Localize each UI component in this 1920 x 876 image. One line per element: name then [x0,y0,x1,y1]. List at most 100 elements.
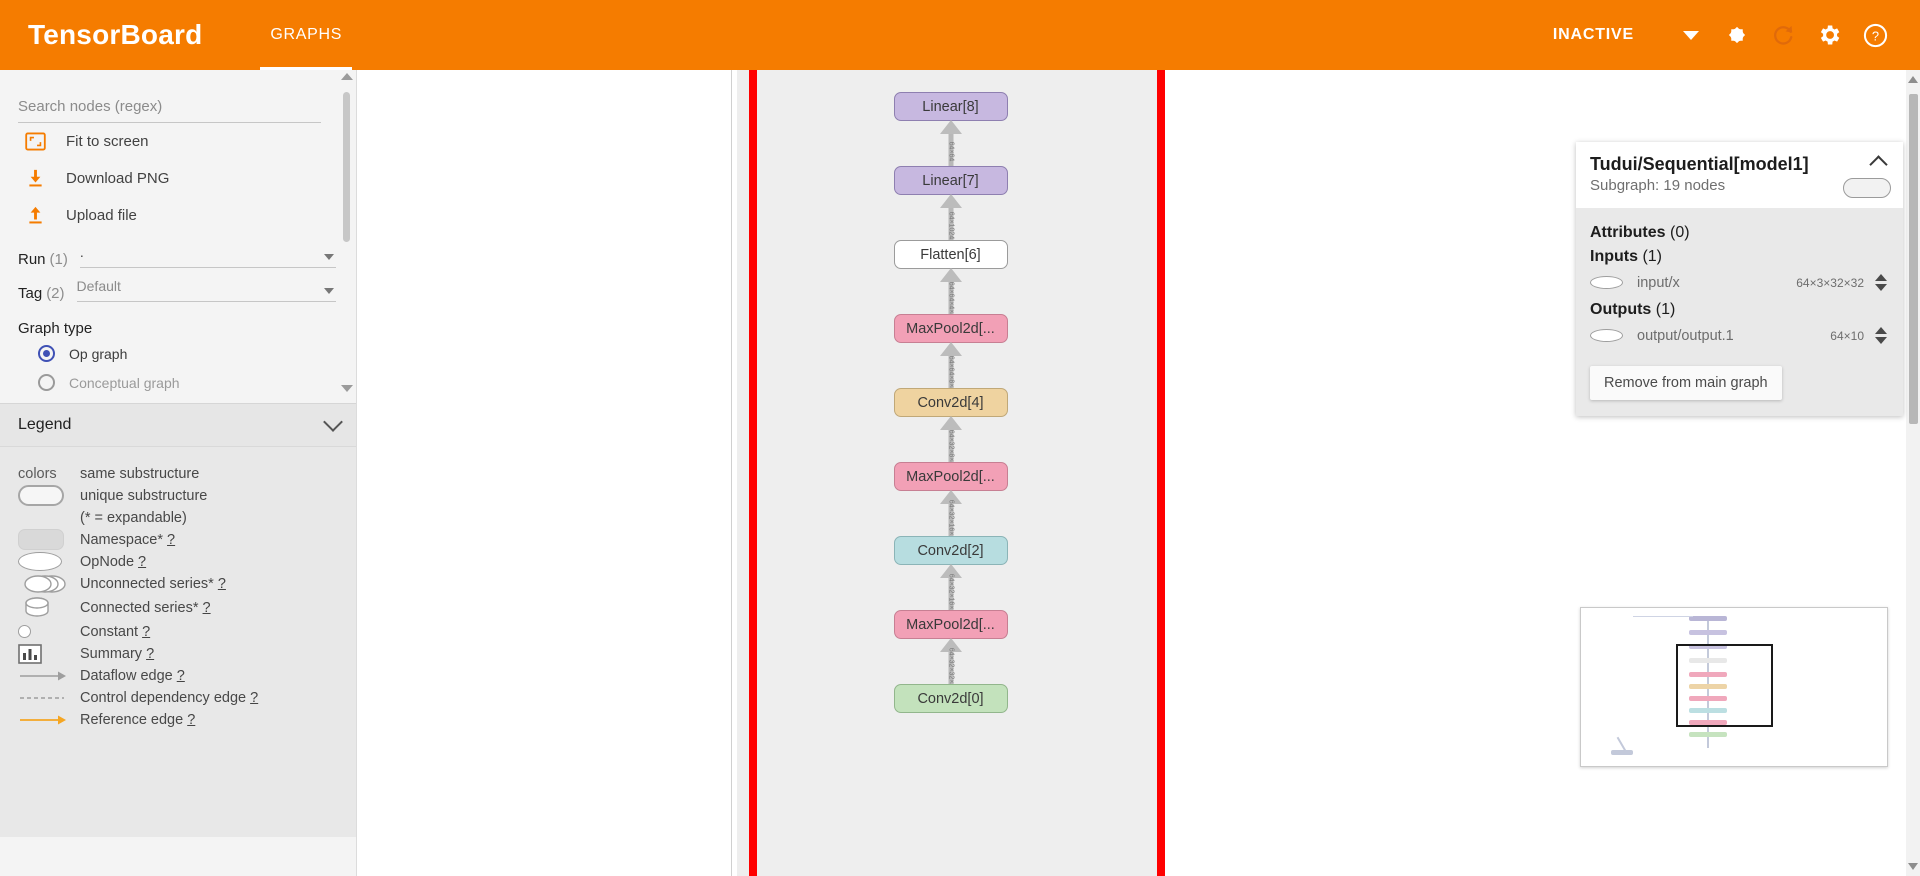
caret-down-icon[interactable] [1668,12,1714,58]
header-actions: INACTIVE ? [1553,12,1898,58]
graph-canvas[interactable]: Linear[8] 64×64 Linear[7] 64×1024 Flatten[6]… [357,70,1920,876]
graph-node[interactable]: Conv2d[2] [893,536,1008,565]
output-row[interactable]: output/output.1 64×10 [1590,323,1889,348]
radio-op-graph-label: Op graph [69,345,128,362]
scroll-down-icon[interactable] [1908,863,1918,870]
sidebar-scroll-down-icon[interactable] [341,385,353,392]
legend-label: Control dependency edge [80,689,247,706]
outputs-section-title: Outputs (1) [1590,301,1676,318]
graph-node[interactable]: MaxPool2d[... [893,610,1008,639]
graph-subgraph-panel[interactable]: Linear[8] 64×64 Linear[7] 64×1024 Flatten[6]… [737,70,1164,876]
graph-node[interactable]: Flatten[6] [893,240,1008,269]
fit-to-screen-icon [22,129,48,155]
legend-help-icon[interactable]: ? [218,576,226,592]
upload-file-button[interactable]: Upload file [0,197,356,234]
fit-to-screen-button[interactable]: Fit to screen [0,123,356,160]
help-icon[interactable]: ? [1852,12,1898,58]
attributes-section-title: Attributes (0) [1590,224,1690,241]
refresh-icon[interactable] [1760,12,1806,58]
colors-word-icon: colors [18,465,57,482]
tag-dropdown-arrow-icon[interactable] [324,288,334,294]
minimap-viewport[interactable] [1676,644,1773,727]
tag-value: Default [76,278,121,294]
graph-node[interactable]: MaxPool2d[... [893,314,1008,343]
status-badge[interactable]: INACTIVE [1553,26,1634,44]
radio-conceptual-graph[interactable]: Conceptual graph [0,368,356,397]
graph-node[interactable]: Linear[7] [893,166,1008,195]
run-selector[interactable]: Run (1) . [0,234,356,268]
run-dropdown-arrow-icon[interactable] [324,254,334,260]
legend-item-namespace: Namespace* ? [0,529,356,550]
legend-label: Dataflow edge [80,667,173,684]
input-stepper-icon[interactable] [1873,274,1889,291]
legend-help-icon[interactable]: ? [167,532,175,548]
summary-swatch-icon [18,643,80,664]
node-info-card: Tudui/Sequential[model1] Subgraph: 19 no… [1576,142,1903,416]
settings-gear-icon[interactable] [1806,12,1852,58]
upload-file-label: Upload file [66,207,137,224]
node-info-header: Tudui/Sequential[model1] Subgraph: 19 no… [1576,142,1903,208]
output-stepper-icon[interactable] [1873,327,1889,344]
unique-substructure-swatch-icon [18,485,80,506]
legend-label: same substructure [80,465,200,482]
sidebar-scroll-up-icon[interactable] [341,73,353,80]
radio-op-graph[interactable]: Op graph [0,339,356,368]
canvas-scrollbar-thumb[interactable] [1909,94,1918,424]
inputs-section-title: Inputs (1) [1590,248,1663,265]
input-row[interactable]: input/x 64×3×32×32 [1590,270,1889,295]
legend-help-icon[interactable]: ? [250,690,258,706]
radio-op-graph-indicator[interactable] [38,345,55,362]
graph-edge-arrow-icon [939,416,962,430]
chevron-down-icon[interactable] [323,412,343,432]
graph-edge-label: 64×64×8×8 [947,355,954,391]
reference-edge-swatch-icon [18,713,80,727]
run-label: Run [18,251,46,268]
graph-node[interactable]: Conv2d[0] [893,684,1008,713]
legend-label: Constant [80,623,139,640]
download-png-button[interactable]: Download PNG [0,160,356,197]
legend-body: colors same substructure unique substruc… [0,447,356,837]
search-input[interactable] [18,94,321,123]
graph-node[interactable]: MaxPool2d[... [893,462,1008,491]
legend-item-control-dependency-edge: Control dependency edge ? [0,687,356,708]
legend-help-icon[interactable]: ? [203,600,211,616]
legend-label: Connected series* [80,600,199,616]
node-info-body: Attributes (0) Inputs (1) input/x 64×3×3… [1576,208,1903,358]
radio-conceptual-graph-indicator[interactable] [38,374,55,391]
graph-node[interactable]: Linear[8] [893,92,1008,121]
opnode-pill-icon [1590,329,1623,342]
graph-edge-label: 64×32×8×8 [947,429,954,465]
legend-help-icon[interactable]: ? [146,646,154,662]
tag-selector[interactable]: Tag (2) Default [0,268,356,302]
canvas-vertical-scrollbar[interactable] [1906,70,1920,876]
scroll-up-icon[interactable] [1908,76,1918,83]
node-color-swatch [1843,178,1891,198]
dataflow-edge-swatch-icon [18,669,80,683]
graph-type-title: Graph type [18,320,93,337]
legend-help-icon[interactable]: ? [142,624,150,640]
sidebar-scrollbar[interactable] [343,92,350,380]
legend-item-summary: Summary ? [0,643,356,664]
app-header: TensorBoard GRAPHS INACTIVE ? [0,0,1920,70]
legend-label: Summary [80,645,143,662]
output-name: output/output.1 [1637,327,1734,344]
remove-from-main-graph-button[interactable]: Remove from main graph [1590,366,1782,400]
highlight-bar-right [1157,70,1165,876]
graph-edge-arrow-icon [939,268,962,282]
legend-item-expandable-note: (* = expandable) [0,507,356,528]
legend-help-icon[interactable]: ? [138,554,146,570]
node-info-title: Tudui/Sequential[model1] [1590,154,1809,174]
fit-to-screen-label: Fit to screen [66,133,149,150]
brightness-icon[interactable] [1714,12,1760,58]
sidebar-controls: Fit to screen Download PNG [0,70,356,403]
legend-header[interactable]: Legend [0,403,356,447]
graph-node[interactable]: Conv2d[4] [893,388,1008,417]
tab-graphs[interactable]: GRAPHS [248,0,364,70]
legend-help-icon[interactable]: ? [177,668,185,684]
connected-series-swatch-icon [18,596,80,620]
graph-panel-divider [731,70,732,876]
graph-edge-arrow-icon [939,120,962,134]
graph-minimap[interactable] [1580,607,1888,767]
legend-help-icon[interactable]: ? [187,712,195,728]
sidebar-scrollbar-thumb[interactable] [343,92,350,242]
